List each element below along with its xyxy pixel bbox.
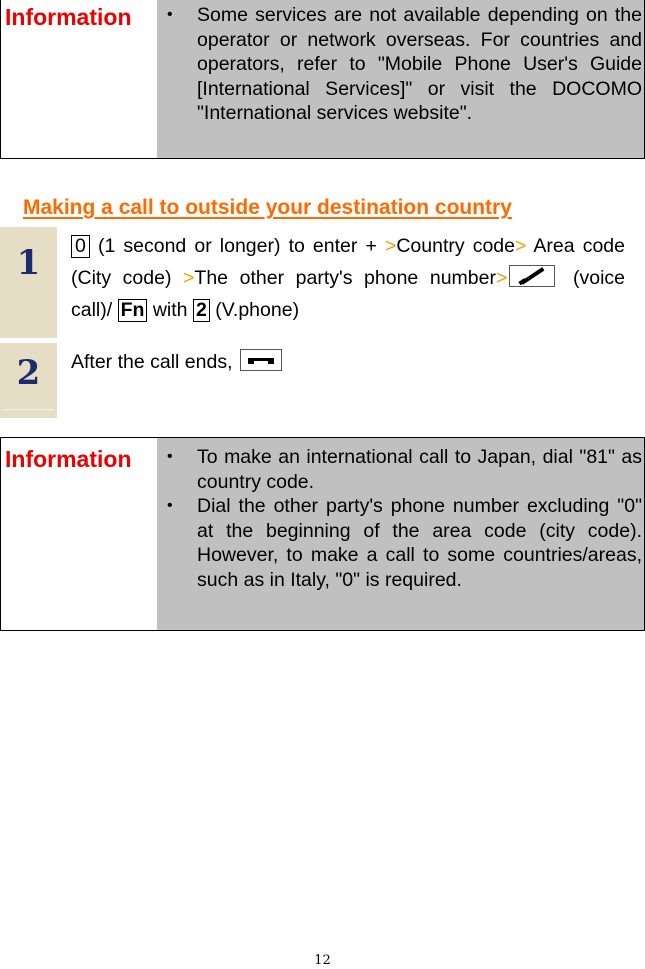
step-number: 1 (0, 227, 57, 338)
key-zero: 0 (71, 235, 90, 258)
step-number-text: 2 (16, 353, 41, 393)
step-text: The other party's phone number (194, 267, 496, 289)
arrow-icon: > (384, 235, 397, 257)
step-2: 2 After the call ends, (0, 343, 645, 418)
step-text: (V.phone) (209, 299, 300, 321)
key-two: 2 (192, 299, 210, 322)
information-body: • To make an international call to Japan… (157, 438, 644, 630)
bullet-text: Some services are not available dependin… (197, 4, 642, 124)
information-box-1: Information • Some services are not avai… (0, 0, 645, 159)
information-label: Information (1, 438, 157, 630)
bullet-icon: • (167, 6, 173, 23)
information-body: • Some services are not available depend… (157, 0, 644, 158)
information-bullet: • Some services are not available depend… (167, 3, 642, 126)
page-number: 12 (314, 953, 331, 968)
step-text: After the call ends, (71, 351, 238, 373)
step-number: 2 (0, 343, 57, 418)
step-text: (1 second or longer) to enter + (89, 235, 385, 257)
step-1: 1 0 (1 second or longer) to enter + >Cou… (0, 227, 645, 338)
information-bullet: • Dial the other party's phone number ex… (167, 494, 642, 592)
arrow-icon: > (515, 235, 527, 257)
bullet-icon: • (167, 448, 173, 465)
section-title: Making a call to outside your destinatio… (23, 196, 512, 219)
information-box-2: Information • To make an international c… (0, 437, 645, 631)
information-label: Information (1, 0, 157, 158)
step-text: Country code (396, 235, 515, 257)
step-instructions: 0 (1 second or longer) to enter + >Count… (57, 227, 645, 338)
call-end-icon (239, 349, 282, 371)
step-text: with (147, 299, 193, 321)
bullet-icon: • (167, 497, 173, 514)
divider (3, 409, 54, 410)
step-instructions: After the call ends, (57, 343, 645, 418)
arrow-icon: > (496, 267, 508, 289)
arrow-icon: > (183, 267, 195, 289)
call-start-icon (509, 265, 556, 287)
information-bullet: • To make an international call to Japan… (167, 445, 642, 494)
key-fn: Fn (117, 299, 148, 322)
bullet-text: Dial the other party's phone number excl… (197, 495, 642, 591)
bullet-text: To make an international call to Japan, … (197, 446, 642, 493)
